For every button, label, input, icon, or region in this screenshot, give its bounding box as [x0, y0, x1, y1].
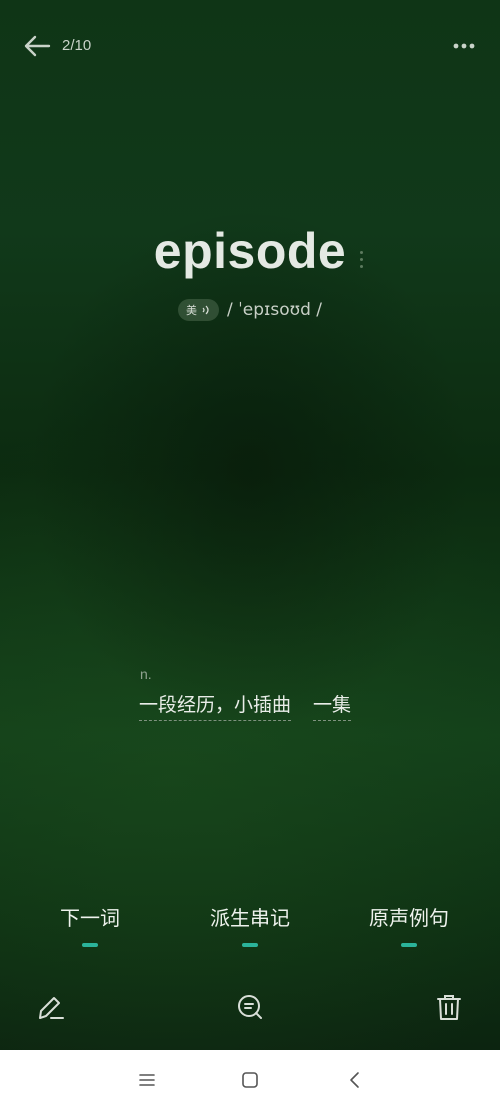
- search-button[interactable]: [233, 990, 267, 1024]
- back-button[interactable]: [22, 32, 52, 60]
- arrow-left-icon: [24, 35, 51, 57]
- next-word-button[interactable]: 下一词: [30, 902, 150, 947]
- derivatives-button[interactable]: 派生串记: [190, 902, 310, 947]
- home-square-icon: [242, 1072, 258, 1088]
- derivatives-label: 派生串记: [210, 906, 290, 930]
- trash-icon: [437, 995, 461, 1020]
- word-menu-button[interactable]: [356, 251, 366, 275]
- pronunciation-row: 美 / ˈepɪsoʊd /: [0, 298, 500, 322]
- back-nav-button[interactable]: [343, 1068, 367, 1092]
- chevron-left-icon: [350, 1072, 359, 1088]
- edit-button[interactable]: [34, 990, 68, 1024]
- menu-icon: [139, 1074, 155, 1086]
- bottom-toolbar: [0, 990, 500, 1030]
- indicator-bar: [82, 943, 98, 947]
- indicator-bar: [401, 943, 417, 947]
- next-word-label: 下一词: [60, 906, 120, 930]
- home-nav-button[interactable]: [238, 1068, 262, 1092]
- headword: episode: [153, 223, 347, 279]
- meaning-item[interactable]: 一集: [313, 690, 352, 721]
- meanings-list: 一段经历，小插曲 一集: [139, 690, 352, 721]
- play-pronunciation-button[interactable]: 美: [177, 299, 219, 321]
- dot-icon: [359, 251, 363, 254]
- part-of-speech: n.: [140, 666, 152, 682]
- action-tabs: 下一词 派生串记 原声例句: [0, 902, 500, 952]
- more-dots-icon: [453, 43, 475, 49]
- search-icon: [238, 995, 262, 1019]
- word-card-screen: 2/10 episode 美 / ˈepɪsoʊd / n. 一段经历，小插曲 …: [0, 0, 500, 1050]
- meaning-item[interactable]: 一段经历，小插曲: [139, 690, 292, 721]
- example-sentences-label: 原声例句: [369, 906, 449, 930]
- system-nav-bar: [0, 1050, 500, 1110]
- indicator-bar: [242, 943, 258, 947]
- phonetic-transcription: / ˈepɪsoʊd /: [226, 300, 323, 320]
- dot-icon: [359, 265, 363, 268]
- accent-label: 美: [185, 304, 197, 317]
- progress-counter: 2/10: [62, 37, 92, 54]
- edit-pencil-icon: [39, 997, 64, 1019]
- delete-button[interactable]: [432, 990, 466, 1024]
- speaker-icon: [202, 305, 209, 315]
- example-sentences-button[interactable]: 原声例句: [349, 902, 469, 947]
- menu-nav-button[interactable]: [135, 1068, 159, 1092]
- dot-icon: [359, 258, 363, 261]
- top-bar: 2/10: [0, 26, 500, 66]
- more-button[interactable]: [452, 36, 476, 56]
